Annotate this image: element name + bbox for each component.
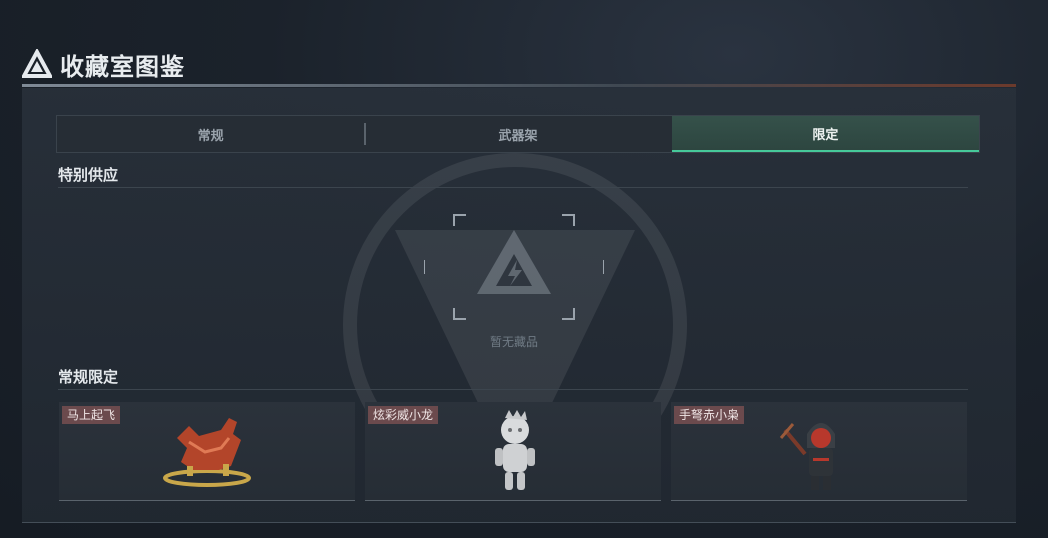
hooded-crossbow-figure-icon <box>779 423 835 490</box>
item-card[interactable]: 手弩赤小枭 <box>671 402 967 501</box>
tab-limited[interactable]: 限定 <box>671 116 979 152</box>
alpha-triangle-logo-icon <box>22 49 52 78</box>
tab-bar: 常规 武器架 限定 <box>56 115 980 153</box>
empty-state-frame <box>424 214 604 320</box>
item-card[interactable]: 炫彩威小龙 <box>365 402 661 501</box>
title-divider <box>22 84 1016 87</box>
tab-label: 限定 <box>812 127 839 143</box>
rocking-horse-icon <box>163 418 251 487</box>
section-divider <box>58 389 968 390</box>
section-title-special: 特别供应 <box>58 166 119 184</box>
page-title: 收藏室图鉴 <box>60 52 185 81</box>
item-name-tag: 炫彩威小龙 <box>368 406 439 424</box>
alpha-triangle-logo-icon <box>477 230 551 294</box>
item-card-list: 马上起飞 炫彩威小龙 手弩赤小枭 <box>59 402 967 501</box>
section-title-limited: 常规限定 <box>58 368 119 386</box>
item-name-tag: 手弩赤小枭 <box>674 406 745 424</box>
tab-label: 常规 <box>197 128 224 144</box>
dragon-figure-icon <box>495 410 535 490</box>
section-divider <box>58 187 968 188</box>
empty-state-text: 暂无藏品 <box>489 335 538 349</box>
tab-weapon-rack[interactable]: 武器架 <box>364 116 671 152</box>
tab-regular[interactable]: 常规 <box>57 116 364 152</box>
page-header: 收藏室图鉴 <box>22 46 185 82</box>
item-name-tag: 马上起飞 <box>62 406 121 424</box>
tab-label: 武器架 <box>498 128 538 144</box>
item-card[interactable]: 马上起飞 <box>59 402 355 501</box>
